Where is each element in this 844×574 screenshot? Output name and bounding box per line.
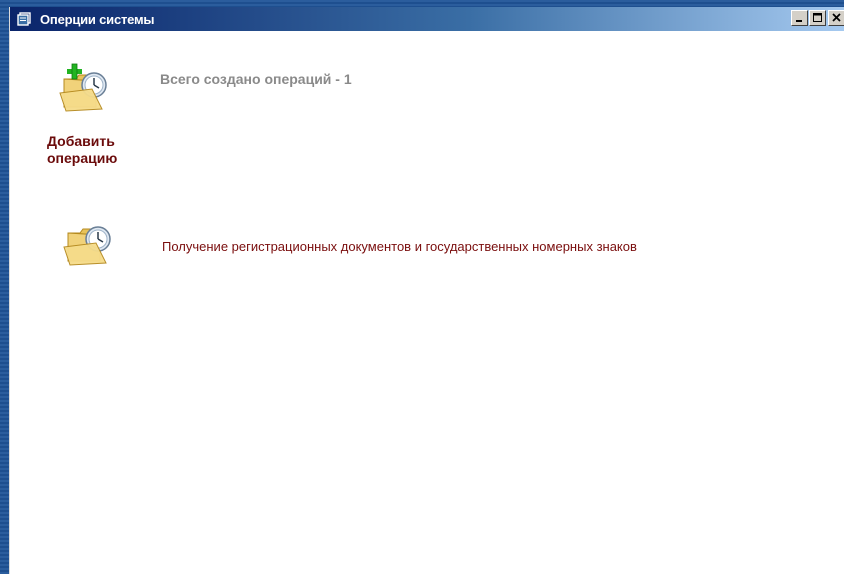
- window-titlebar[interactable]: Оперции системы: [10, 7, 844, 31]
- folder-clock-icon[interactable]: [62, 221, 114, 269]
- window-content: Добавить операцию Всего создано операций…: [10, 31, 844, 574]
- maximize-button[interactable]: [809, 10, 826, 26]
- window-system-icon[interactable]: [17, 12, 31, 26]
- operation-item-label[interactable]: Получение регистрационных документов и г…: [162, 239, 637, 254]
- operations-window: Оперции системы Добавить операцию Всего …: [9, 7, 844, 574]
- desktop-background: Оперции системы Добавить операцию Всего …: [0, 0, 844, 574]
- folder-add-clock-icon[interactable]: [56, 63, 112, 113]
- window-controls: [790, 10, 844, 26]
- window-title: Оперции системы: [40, 11, 155, 27]
- add-operation-button[interactable]: Добавить операцию: [47, 133, 117, 167]
- close-button[interactable]: [828, 10, 844, 26]
- minimize-button[interactable]: [791, 10, 808, 26]
- operations-count: Всего создано операций - 1: [160, 71, 352, 87]
